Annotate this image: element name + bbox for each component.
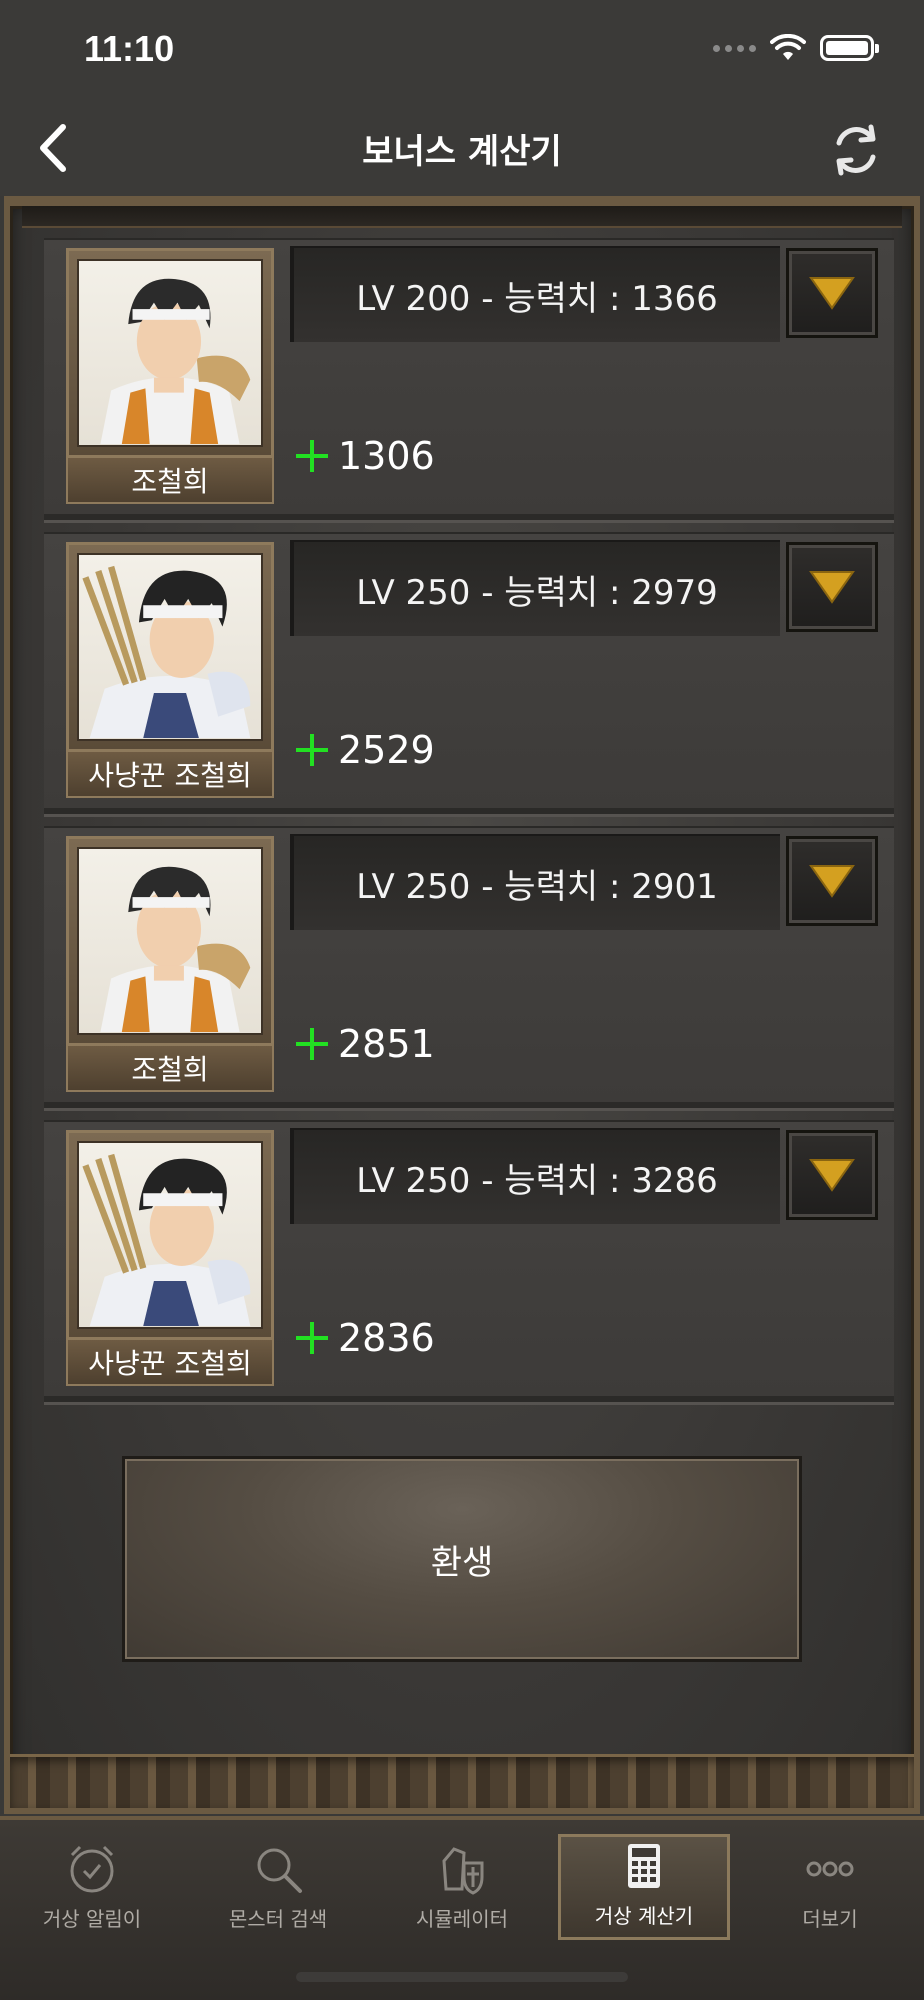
character-name: 사냥꾼 조철희 — [66, 750, 274, 798]
plus-icon — [296, 1028, 328, 1060]
tab-more[interactable]: 더보기 — [744, 1834, 916, 1940]
frame-ornament-border — [10, 1754, 914, 1808]
character-card: 조철희 LV 200 - 능력치 : 1366 1306 — [44, 238, 894, 520]
tab-monster-search[interactable]: 몬스터 검색 — [192, 1834, 364, 1940]
bandana-warrior-portrait — [77, 259, 263, 447]
cellular-signal-icon — [713, 44, 756, 52]
character-card: 사냥꾼 조철희 LV 250 - 능력치 : 2979 2529 — [44, 532, 894, 814]
level-dropdown-button[interactable] — [786, 542, 878, 632]
bonus-value: 2836 — [296, 1316, 435, 1360]
page-title: 보너스 계산기 — [362, 132, 562, 172]
plus-icon — [296, 734, 328, 766]
tab-simulator[interactable]: 시뮬레이터 — [376, 1834, 548, 1940]
character-name: 조철희 — [66, 1044, 274, 1092]
more-dots-icon — [802, 1841, 858, 1897]
dropdown-arrow-icon — [809, 277, 855, 310]
frame-top-border — [22, 206, 902, 228]
level-dropdown-button[interactable] — [786, 248, 878, 338]
level-stat-display: LV 250 - 능력치 : 2901 — [290, 834, 780, 930]
bonus-value: 2851 — [296, 1022, 435, 1066]
character-card: 조철희 LV 250 - 능력치 : 2901 2851 — [44, 826, 894, 1108]
tab-alarm[interactable]: 거상 알림이 — [6, 1834, 178, 1940]
level-dropdown-button[interactable] — [786, 836, 878, 926]
tab-label: 거상 알림이 — [42, 1907, 142, 1931]
bonus-number: 2851 — [338, 1022, 435, 1066]
calculator-icon — [616, 1838, 672, 1894]
character-portrait — [66, 836, 274, 1046]
battery-icon — [820, 35, 879, 61]
dropdown-arrow-icon — [809, 865, 855, 898]
hunter-with-arrows-portrait — [77, 553, 263, 741]
level-stat-display: LV 250 - 능력치 : 3286 — [290, 1128, 780, 1224]
tab-label: 거상 계산기 — [594, 1904, 694, 1928]
status-time: 11:10 — [84, 28, 175, 69]
bonus-number: 2836 — [338, 1316, 435, 1360]
character-card: 사냥꾼 조철희 LV 250 - 능력치 : 3286 2836 — [44, 1120, 894, 1402]
level-stat-display: LV 250 - 능력치 : 2979 — [290, 540, 780, 636]
bonus-number: 1306 — [338, 434, 435, 478]
home-indicator — [296, 1972, 628, 1982]
character-portrait — [66, 542, 274, 752]
refresh-icon — [836, 124, 876, 176]
level-stat-display: LV 200 - 능력치 : 1366 — [290, 246, 780, 342]
dropdown-arrow-icon — [809, 1159, 855, 1192]
dropdown-arrow-icon — [809, 571, 855, 604]
status-icons — [713, 34, 879, 62]
bonus-value: 1306 — [296, 434, 435, 478]
alarm-clock-icon — [64, 1841, 120, 1897]
hunter-with-arrows-portrait — [77, 1141, 263, 1329]
bonus-number: 2529 — [338, 728, 435, 772]
bandana-warrior-portrait — [77, 847, 263, 1035]
tab-label: 몬스터 검색 — [228, 1907, 328, 1931]
character-portrait — [66, 1130, 274, 1340]
bonus-value: 2529 — [296, 728, 435, 772]
tab-label: 더보기 — [802, 1907, 858, 1931]
rebirth-button[interactable]: 환생 — [122, 1456, 802, 1662]
status-bar: 11:10 — [0, 0, 924, 100]
armor-shield-icon — [434, 1841, 490, 1897]
character-name: 사냥꾼 조철희 — [66, 1338, 274, 1386]
refresh-button[interactable] — [824, 118, 888, 182]
search-icon — [250, 1841, 306, 1897]
navigation-bar: 보너스 계산기 — [0, 100, 924, 196]
wifi-icon — [770, 34, 806, 60]
character-name: 조철희 — [66, 456, 274, 504]
character-portrait — [66, 248, 274, 458]
plus-icon — [296, 440, 328, 472]
tab-label: 시뮬레이터 — [416, 1907, 508, 1931]
tab-calculator[interactable]: 거상 계산기 — [558, 1834, 730, 1940]
level-dropdown-button[interactable] — [786, 1130, 878, 1220]
plus-icon — [296, 1322, 328, 1354]
